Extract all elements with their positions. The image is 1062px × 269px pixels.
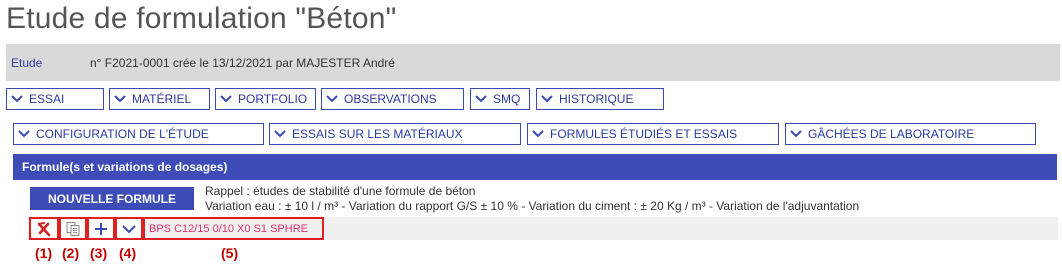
tab-label: MATÉRIEL [132, 92, 192, 106]
chevron-down-icon [475, 95, 487, 103]
tab-observations[interactable]: OBSERVATIONS [321, 88, 464, 110]
chevron-down-icon [122, 224, 136, 233]
chevron-down-icon [220, 95, 232, 103]
tab-essai[interactable]: ESSAI [6, 88, 104, 110]
delete-formula-button[interactable] [29, 217, 59, 240]
rappel-line-1: Rappel : études de stabilité d'une formu… [205, 184, 476, 198]
chevron-down-icon [532, 130, 544, 138]
study-details: n° F2021-0001 crée le 13/12/2021 par MAJ… [90, 56, 395, 70]
chevron-down-icon [11, 95, 23, 103]
tab-label: ESSAI [29, 92, 65, 106]
rappel-text: Rappel : études de stabilité d'une formu… [205, 184, 859, 214]
add-variation-button[interactable] [87, 217, 115, 240]
expand-formula-button[interactable] [115, 217, 143, 240]
annotation-5: (5) [221, 245, 239, 261]
tab-label: SMQ [493, 92, 521, 106]
study-link[interactable]: Etude [11, 56, 42, 70]
new-formula-button[interactable]: NOUVELLE FORMULE [30, 187, 194, 210]
plus-icon [95, 222, 107, 235]
tab-label: FORMULES ÉTUDIÉS ET ESSAIS [550, 127, 738, 141]
page-title: Etude de formulation "Béton" [6, 2, 397, 35]
tab-materiel[interactable]: MATÉRIEL [109, 88, 210, 110]
annotation-2: (2) [62, 245, 80, 261]
copy-formula-button[interactable] [59, 217, 87, 240]
chevron-down-icon [18, 130, 30, 138]
tab-label: OBSERVATIONS [344, 92, 437, 106]
formulas-section-header: Formule(s et variations de dosages) [13, 154, 1057, 180]
chevron-down-icon [790, 130, 802, 138]
annotation-4: (4) [119, 245, 137, 261]
tab-gachees-laboratoire[interactable]: GÂCHÉES DE LABORATOIRE [785, 123, 1036, 145]
tab-historique[interactable]: HISTORIQUE [536, 88, 664, 110]
rappel-line-2: Variation eau : ± 10 l / m³ - Variation … [205, 199, 860, 213]
study-info-bar: Etude n° F2021-0001 crée le 13/12/2021 p… [6, 44, 1060, 81]
chevron-down-icon [274, 130, 286, 138]
formula-name-link[interactable]: BPS C12/15 0/10 X0 S1 SPHRE [143, 217, 324, 240]
chevron-down-icon [326, 95, 338, 103]
tab-label: PORTFOLIO [238, 92, 308, 106]
tab-label: HISTORIQUE [559, 92, 634, 106]
copy-icon [66, 221, 80, 236]
tab-label: CONFIGURATION DE L'ÉTUDE [36, 127, 209, 141]
chevron-down-icon [114, 95, 126, 103]
tab-label: GÂCHÉES DE LABORATOIRE [808, 127, 975, 141]
formula-name: BPS C12/15 0/10 X0 S1 SPHRE [149, 222, 308, 235]
delete-icon [37, 221, 51, 236]
tab-portfolio[interactable]: PORTFOLIO [215, 88, 316, 110]
tab-essais-materiaux[interactable]: ESSAIS SUR LES MATÉRIAUX [269, 123, 521, 145]
tab-configuration-etude[interactable]: CONFIGURATION DE L'ÉTUDE [13, 123, 264, 145]
annotation-3: (3) [90, 245, 108, 261]
annotation-1: (1) [35, 245, 53, 261]
tab-smq[interactable]: SMQ [470, 88, 530, 110]
tab-label: ESSAIS SUR LES MATÉRIAUX [292, 127, 463, 141]
chevron-down-icon [541, 95, 553, 103]
tab-formules-etudies[interactable]: FORMULES ÉTUDIÉS ET ESSAIS [527, 123, 779, 145]
